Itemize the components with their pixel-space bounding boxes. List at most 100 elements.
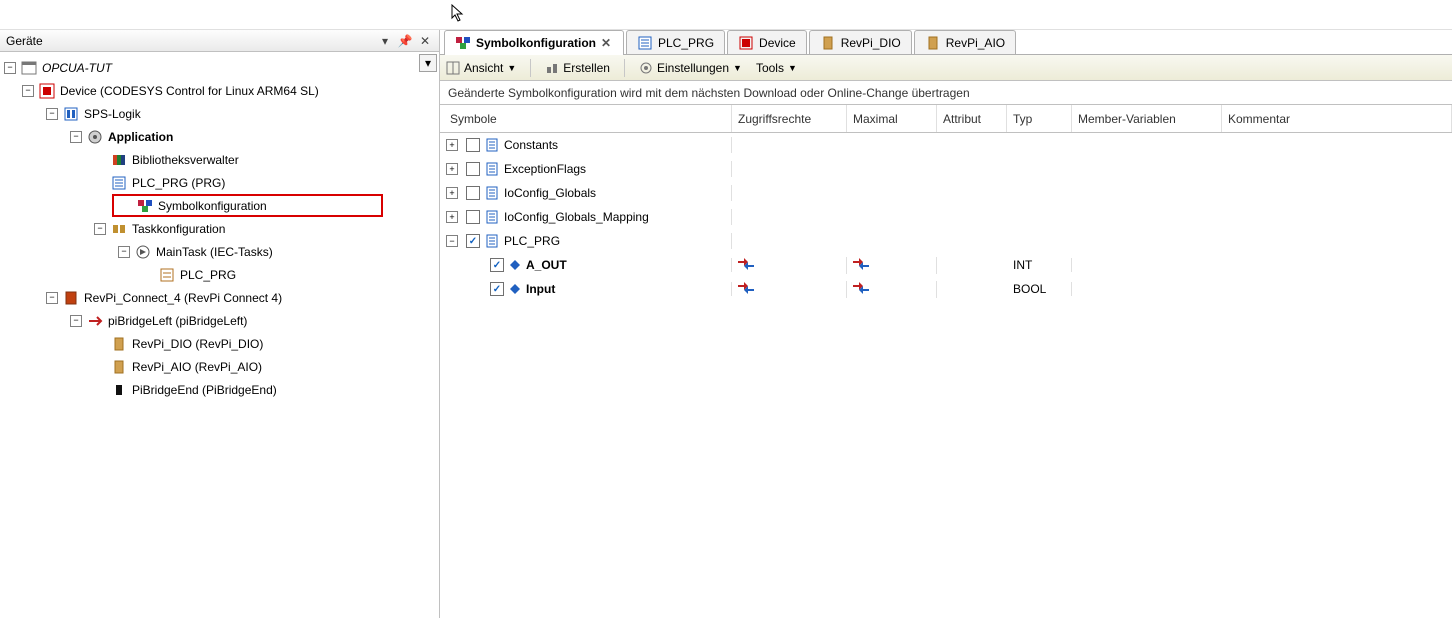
einstellungen-label: Einstellungen bbox=[657, 61, 729, 75]
collapse-icon[interactable]: − bbox=[22, 85, 34, 97]
tree-maintask-node[interactable]: − MainTask (IEC-Tasks) bbox=[0, 240, 439, 263]
einstellungen-button[interactable]: Einstellungen ▼ bbox=[639, 61, 742, 75]
tree-project-root[interactable]: − OPCUA-TUT bbox=[0, 56, 439, 79]
readwrite-icon bbox=[853, 281, 869, 298]
editor-tabs: Symbolkonfiguration ✕ PLC_PRG Device Re bbox=[440, 30, 1452, 55]
ansicht-label: Ansicht bbox=[464, 61, 503, 75]
type-label: INT bbox=[1013, 258, 1032, 272]
symbol-row-aout[interactable]: A_OUT INT bbox=[440, 253, 1452, 277]
collapse-icon[interactable]: − bbox=[118, 246, 130, 258]
symbol-row-input[interactable]: Input BOOL bbox=[440, 277, 1452, 301]
tree-revpi-node[interactable]: − RevPi_Connect_4 (RevPi Connect 4) bbox=[0, 286, 439, 309]
top-strip bbox=[0, 0, 1452, 30]
tab-symbolkonfiguration[interactable]: Symbolkonfiguration ✕ bbox=[444, 30, 624, 54]
row-checkbox[interactable] bbox=[466, 210, 480, 224]
type-label: BOOL bbox=[1013, 282, 1046, 296]
collapse-icon[interactable]: − bbox=[4, 62, 16, 74]
tab-device[interactable]: Device bbox=[727, 30, 807, 54]
tab-label: Device bbox=[759, 36, 796, 50]
panel-dropdown-icon[interactable]: ▾ bbox=[377, 33, 393, 49]
row-checkbox[interactable] bbox=[466, 162, 480, 176]
tree-node-label: RevPi_AIO (RevPi_AIO) bbox=[132, 360, 262, 374]
expand-icon[interactable]: + bbox=[446, 187, 458, 199]
symbol-row-exceptionflags[interactable]: + ExceptionFlags bbox=[440, 157, 1452, 181]
device-icon bbox=[738, 35, 754, 51]
tree-library-node[interactable]: Bibliotheksverwalter bbox=[0, 148, 439, 171]
symbol-row-ioconfig-mapping[interactable]: + IoConfig_Globals_Mapping bbox=[440, 205, 1452, 229]
tab-label: Symbolkonfiguration bbox=[476, 36, 596, 50]
symbolconfig-icon bbox=[136, 198, 154, 214]
col-member[interactable]: Member-Variablen bbox=[1072, 105, 1222, 132]
tab-close-icon[interactable]: ✕ bbox=[601, 36, 613, 50]
tree-pibridge-node[interactable]: − piBridgeLeft (piBridgeLeft) bbox=[0, 309, 439, 332]
devices-panel-header: Geräte ▾ 📌 ✕ bbox=[0, 30, 439, 52]
tab-plcprg[interactable]: PLC_PRG bbox=[626, 30, 725, 54]
tree-symbolconfig-node[interactable]: Symbolkonfiguration bbox=[114, 194, 267, 217]
row-label: PLC_PRG bbox=[504, 234, 560, 248]
tools-button[interactable]: Tools ▼ bbox=[756, 61, 797, 75]
symbol-row-plcprg[interactable]: − PLC_PRG bbox=[440, 229, 1452, 253]
tree-revpiaio-node[interactable]: RevPi_AIO (RevPi_AIO) bbox=[0, 355, 439, 378]
varlist-icon bbox=[484, 161, 500, 177]
row-checkbox[interactable] bbox=[490, 282, 504, 296]
tree-node-label: PiBridgeEnd (PiBridgeEnd) bbox=[132, 383, 277, 397]
tree-plcprg-task-node[interactable]: PLC_PRG bbox=[0, 263, 439, 286]
row-label: A_OUT bbox=[526, 258, 567, 272]
readwrite-icon[interactable] bbox=[738, 257, 754, 274]
info-text: Geänderte Symbolkonfiguration wird mit d… bbox=[448, 86, 970, 100]
tree-node-label: SPS-Logik bbox=[84, 107, 141, 121]
tree-pibridgeend-node[interactable]: PiBridgeEnd (PiBridgeEnd) bbox=[0, 378, 439, 401]
col-maximal[interactable]: Maximal bbox=[847, 105, 937, 132]
symbol-row-constants[interactable]: + Constants bbox=[440, 133, 1452, 157]
varlist-icon bbox=[484, 185, 500, 201]
collapse-icon[interactable]: − bbox=[70, 315, 82, 327]
collapse-icon[interactable]: − bbox=[46, 292, 58, 304]
tab-revpidio[interactable]: RevPi_DIO bbox=[809, 30, 912, 54]
collapse-icon[interactable]: − bbox=[446, 235, 458, 247]
expand-icon[interactable]: + bbox=[446, 163, 458, 175]
variable-icon bbox=[508, 282, 522, 296]
collapse-icon[interactable]: − bbox=[46, 108, 58, 120]
col-kommentar[interactable]: Kommentar bbox=[1222, 105, 1452, 132]
plc-icon bbox=[62, 106, 80, 122]
variable-icon bbox=[508, 258, 522, 272]
expand-icon[interactable]: + bbox=[446, 139, 458, 151]
tab-revpiaio[interactable]: RevPi_AIO bbox=[914, 30, 1016, 54]
tree-node-label: Symbolkonfiguration bbox=[158, 199, 267, 213]
tree-plcprg-node[interactable]: PLC_PRG (PRG) bbox=[0, 171, 439, 194]
library-icon bbox=[110, 152, 128, 168]
symbol-row-ioconfig[interactable]: + IoConfig_Globals bbox=[440, 181, 1452, 205]
tree-dropdown-icon[interactable]: ▾ bbox=[419, 54, 437, 72]
tree-revpidio-node[interactable]: RevPi_DIO (RevPi_DIO) bbox=[0, 332, 439, 355]
panel-pin-icon[interactable]: 📌 bbox=[397, 33, 413, 49]
col-zugriffsrechte[interactable]: Zugriffsrechte bbox=[732, 105, 847, 132]
col-typ[interactable]: Typ bbox=[1007, 105, 1072, 132]
devices-tree: ▾ − OPCUA-TUT − Device (CODESYS Control … bbox=[0, 52, 439, 618]
tree-sps-node[interactable]: − SPS-Logik bbox=[0, 102, 439, 125]
erstellen-button[interactable]: Erstellen bbox=[545, 61, 610, 75]
tree-taskconfig-node[interactable]: − Taskkonfiguration bbox=[0, 217, 439, 240]
row-checkbox[interactable] bbox=[466, 138, 480, 152]
tree-application-node[interactable]: − Application bbox=[0, 125, 439, 148]
readwrite-icon[interactable] bbox=[738, 281, 754, 298]
pou-icon bbox=[110, 175, 128, 191]
revpi-icon bbox=[62, 290, 80, 306]
panel-close-icon[interactable]: ✕ bbox=[417, 33, 433, 49]
pou-call-icon bbox=[158, 267, 176, 283]
tree-node-label: RevPi_Connect_4 (RevPi Connect 4) bbox=[84, 291, 282, 305]
row-checkbox[interactable] bbox=[490, 258, 504, 272]
col-symbole[interactable]: Symbole bbox=[440, 105, 732, 132]
devices-panel: Geräte ▾ 📌 ✕ ▾ − OPCUA-TUT − Device (COD… bbox=[0, 30, 440, 618]
row-checkbox[interactable] bbox=[466, 186, 480, 200]
io-module-icon bbox=[110, 359, 128, 375]
ansicht-button[interactable]: Ansicht ▼ bbox=[446, 61, 516, 75]
expand-icon[interactable]: + bbox=[446, 211, 458, 223]
collapse-icon[interactable]: − bbox=[94, 223, 106, 235]
tools-label: Tools bbox=[756, 61, 784, 75]
col-attribut[interactable]: Attribut bbox=[937, 105, 1007, 132]
tree-device-node[interactable]: − Device (CODESYS Control for Linux ARM6… bbox=[0, 79, 439, 102]
row-checkbox[interactable] bbox=[466, 234, 480, 248]
collapse-icon[interactable]: − bbox=[70, 131, 82, 143]
editor-toolbar: Ansicht ▼ Erstellen Einstellungen ▼ Tool… bbox=[440, 55, 1452, 81]
varlist-icon bbox=[484, 233, 500, 249]
